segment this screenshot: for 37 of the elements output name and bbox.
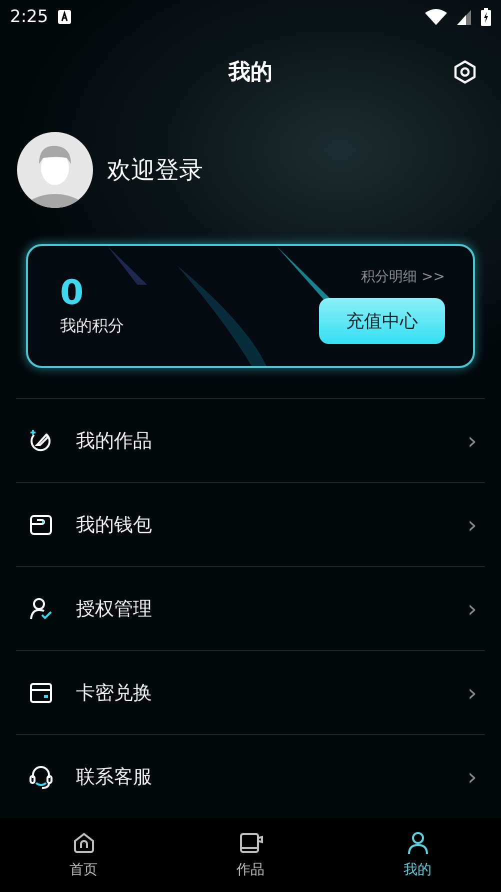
notification-icon bbox=[58, 10, 72, 24]
menu-item[interactable]: 我的钱包 › bbox=[16, 482, 485, 566]
login-prompt[interactable]: 欢迎登录 bbox=[107, 154, 203, 186]
points-detail-link[interactable]: 积分明细 >> bbox=[361, 268, 445, 286]
chevron-icon: › bbox=[467, 594, 485, 622]
wifi-icon bbox=[425, 9, 447, 25]
menu-item[interactable]: 卡密兑换 › bbox=[16, 650, 485, 734]
settings-icon[interactable] bbox=[453, 60, 477, 84]
tab-icon bbox=[72, 831, 96, 855]
tab-icon bbox=[238, 831, 262, 855]
chevron-icon: › bbox=[467, 678, 485, 706]
menu-item[interactable]: 我的作品 › bbox=[16, 398, 485, 482]
recharge-button[interactable]: 充值中心 bbox=[319, 298, 445, 344]
menu-icon bbox=[29, 680, 53, 704]
menu-icon bbox=[29, 764, 53, 788]
menu-label: 卡密兑换 bbox=[76, 680, 153, 706]
signal-icon bbox=[457, 10, 471, 24]
nav-tab[interactable]: 首页 bbox=[0, 818, 167, 892]
battery-icon bbox=[481, 8, 491, 26]
chevron-icon: › bbox=[467, 426, 485, 454]
page-title: 我的 bbox=[228, 59, 272, 87]
nav-tab[interactable]: 我的 bbox=[334, 818, 501, 892]
menu-label: 我的作品 bbox=[76, 428, 153, 454]
menu-icon bbox=[29, 428, 53, 452]
points-value: 0 bbox=[60, 276, 85, 310]
menu-icon bbox=[29, 512, 53, 536]
chevron-icon: › bbox=[467, 762, 485, 790]
tab-icon bbox=[406, 831, 430, 855]
menu-label: 联系客服 bbox=[76, 764, 153, 790]
nav-tab[interactable]: 作品 bbox=[167, 818, 334, 892]
chevron-icon: › bbox=[467, 510, 485, 538]
menu-item[interactable]: 授权管理 › bbox=[16, 566, 485, 650]
menu-icon bbox=[29, 596, 53, 620]
menu-label: 授权管理 bbox=[76, 596, 153, 622]
points-label: 我的积分 bbox=[60, 316, 124, 336]
status-time: 2:25 bbox=[10, 7, 48, 27]
menu-label: 我的钱包 bbox=[76, 512, 153, 538]
